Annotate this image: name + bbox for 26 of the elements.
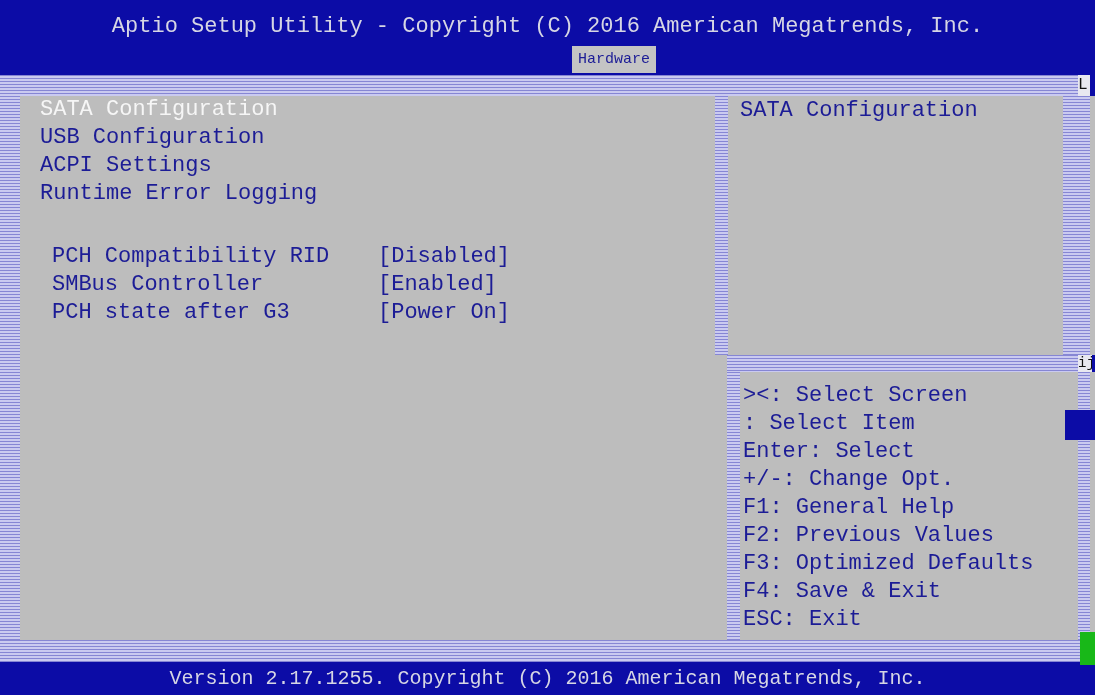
setting-value[interactable]: [Power On] [378,299,511,327]
key-hint: ESC: Exit [743,606,862,634]
key-hint: F1: General Help [743,494,955,522]
tab[interactable]: Hardware [572,46,656,73]
key-hint: : Select Item [743,410,915,438]
key-hint: ><: Select Screen [743,382,968,410]
version-text: Version 2.17.1255. Copyright (C) 2016 American Megatrends, Inc. [169,665,926,692]
key-hint: +/-: Change Opt. [743,466,955,494]
key-hint: Enter: Select [743,438,915,466]
header-title: Aptio Setup Utility - Copyright (C) 2016 American Megatrends, Inc. [111,13,984,41]
key-hint: F3: Optimized Defaults [743,550,1034,578]
setting-value[interactable]: [Disabled] [378,243,511,271]
setting-label: PCH state after G3 [52,299,291,327]
setting-label: PCH Compatibility RID [52,243,331,271]
frame-glyph: ij [1078,355,1092,372]
menu-item[interactable]: ACPI Settings [40,152,212,180]
key-hint: F2: Previous Values [743,522,994,550]
key-hint: F4: Save & Exit [743,578,942,606]
cursor-block-icon [1080,632,1095,665]
setting-value[interactable]: [Enabled] [378,271,497,299]
frame-glyph: L [1078,75,1090,96]
menu-item[interactable]: USB Configuration [40,124,265,152]
menu-item[interactable]: Runtime Error Logging [40,180,318,208]
item-help-text: SATA Configuration [740,97,978,125]
setting-label: SMBus Controller [52,271,265,299]
scrollbar-thumb [1065,410,1095,440]
